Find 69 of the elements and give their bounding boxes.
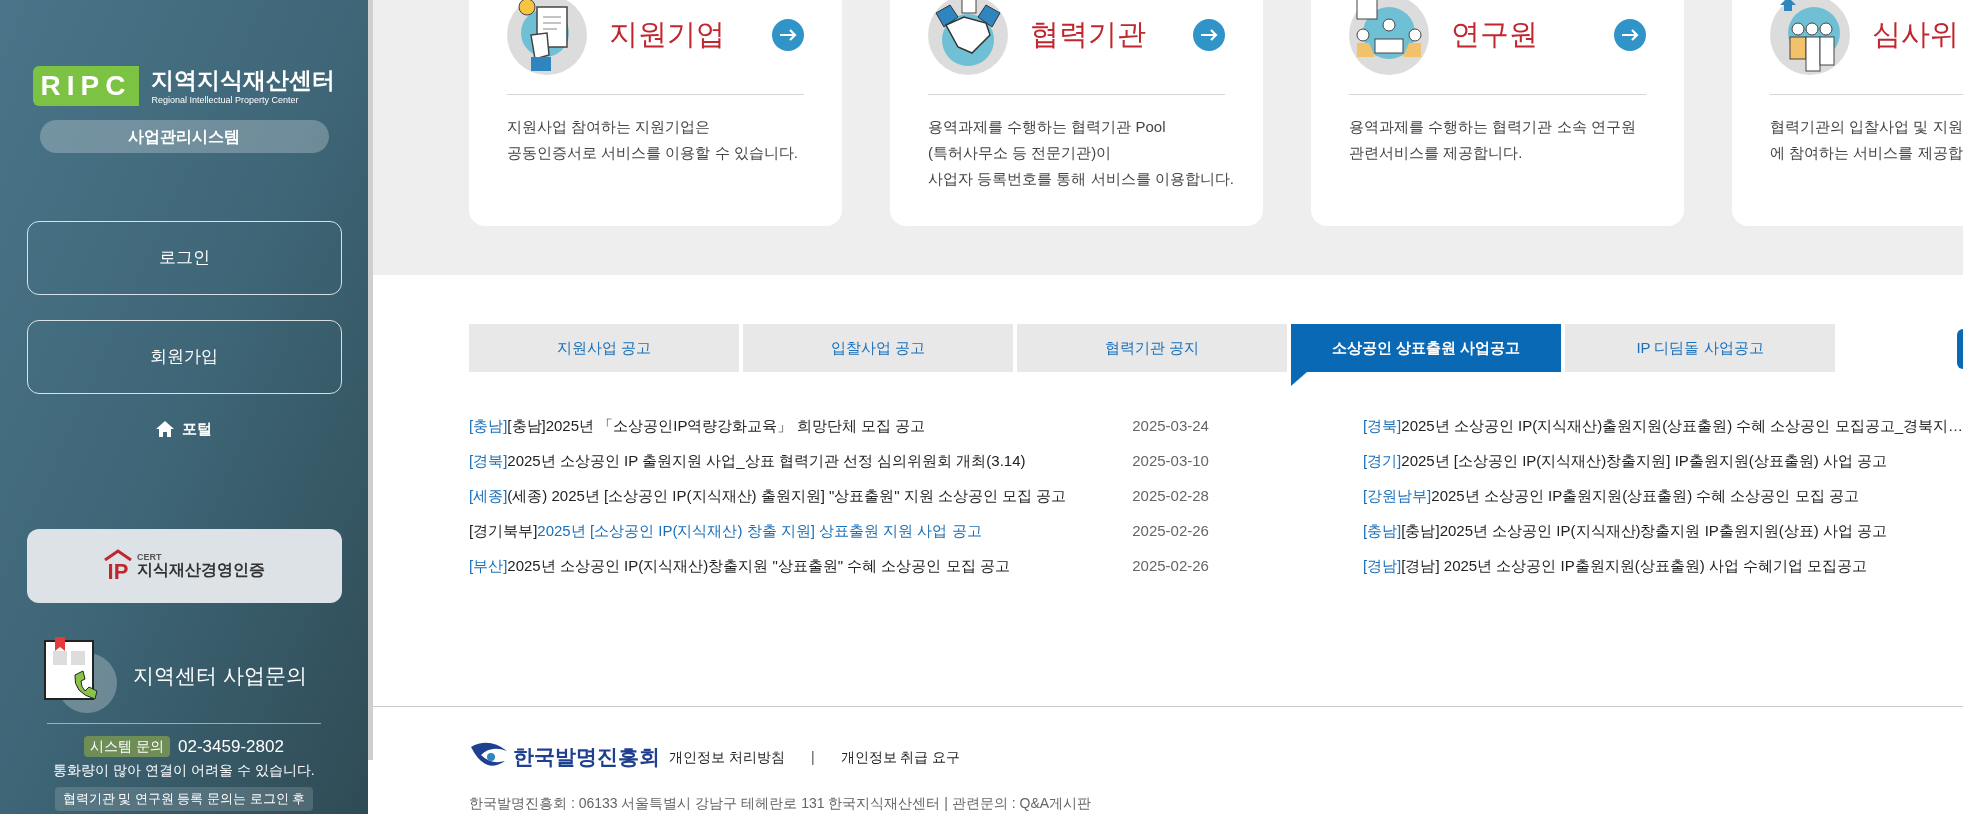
notice-link[interactable]: [경기북부]2025년 [소상공인 IP(지식재산) 창출 지원] 상표출원 지원 사업 공고 bbox=[469, 520, 1133, 543]
notice-link[interactable]: [경남][경남] 2025년 소상공인 IP출원지원(상표출원) 사업 수혜기업 모집공고 bbox=[1362, 555, 1963, 578]
sidebar-button[interactable]: 로그인 bbox=[26, 221, 342, 295]
handshake-icon bbox=[928, 0, 1008, 75]
link-separator: | bbox=[810, 747, 815, 767]
cert-label: 지식재산경영인증 bbox=[137, 562, 265, 578]
notice-date: 2025-03-10 bbox=[1132, 451, 1209, 472]
notice-date: 2025-02-26 bbox=[1132, 521, 1209, 542]
notice-link[interactable]: [부산]2025년 소상공인 IP(지식재산)창출지원 "상표출원" 수혜 소상공인 모집 공고 bbox=[469, 555, 1133, 578]
phone-number: 02-3459-2802 bbox=[178, 735, 284, 758]
system-inquiry-badge: 시스템 문의 bbox=[84, 735, 170, 757]
service-card[interactable]: 협력기관 용역과제를 수행하는 협력기관 Pool (특허사무소 등 전문기관)이 사업자 등록번호를 통해 서비스를 이용합니다. bbox=[890, 0, 1263, 226]
document-hand-icon bbox=[507, 0, 587, 75]
logo-mark: RIPC bbox=[32, 66, 140, 106]
notice-date: 2025-02-26 bbox=[1132, 556, 1209, 577]
card-description: 협력기관의 입찰사업 및 지원 bbox=[1770, 117, 1963, 137]
footer-link[interactable]: 개인정보 처리방침 bbox=[669, 746, 785, 768]
notice-date: 2025-03-24 bbox=[1132, 416, 1209, 437]
system-name-pill: 사업관리시스템 bbox=[39, 120, 329, 153]
card-title: 심사위 bbox=[1872, 17, 1960, 53]
notice-tab[interactable]: 지원사업 공고 bbox=[469, 324, 739, 372]
logo-subtitle: Regional Intellectual Property Center bbox=[151, 94, 300, 106]
portal-link[interactable]: 포털 bbox=[156, 418, 212, 441]
home-icon bbox=[156, 421, 174, 438]
card-description: 사업자 등록번호를 통해 서비스를 이용합니다. bbox=[928, 169, 1235, 189]
notice-link[interactable]: [세종](세종) 2025년 [소상공인 IP(지식재산) 출원지원] "상표출원" 지원 소상공인 모집 공고 bbox=[469, 485, 1133, 508]
card-title: 협력기관 bbox=[1030, 17, 1147, 53]
meeting-icon bbox=[1349, 0, 1429, 75]
footer-link[interactable]: 개인정보 취급 요구 bbox=[840, 746, 961, 768]
call-note: 통화량이 많아 연결이 어려울 수 있습니다. bbox=[53, 761, 315, 780]
service-card[interactable]: 심사위 협력기관의 입찰사업 및 지원 에 참여하는 서비스를 제공합 bbox=[1732, 0, 1963, 226]
card-description: 용역과제를 수행하는 협력기관 소속 연구원 bbox=[1349, 117, 1637, 137]
card-description: 용역과제를 수행하는 협력기관 Pool bbox=[928, 117, 1167, 137]
card-description: 에 참여하는 서비스를 제공합 bbox=[1770, 143, 1963, 163]
logo-title: 지역지식재산센터 bbox=[151, 66, 336, 94]
card-description: 공동인증서로 서비스를 이용할 수 있습니다. bbox=[507, 143, 799, 163]
notice-date: 2025-02-28 bbox=[1132, 486, 1209, 507]
card-description: 지원사업 참여하는 지원기업은 bbox=[507, 117, 712, 137]
sidebar-button[interactable]: 회원가입 bbox=[26, 320, 342, 394]
notice-link[interactable]: [경북]2025년 소상공인 IP(지식재산)출원지원(상표출원) 수혜 소상공인 모집공고_경북지… bbox=[1362, 415, 1963, 438]
card-description: (특허사무소 등 전문기관)이 bbox=[928, 143, 1113, 163]
notice-tab[interactable]: 협력기관 공지 bbox=[1017, 324, 1287, 372]
service-card[interactable]: 연구원 용역과제를 수행하는 협력기관 소속 연구원 관련서비스를 제공합니다. bbox=[1311, 0, 1684, 226]
notice-link[interactable]: [경북]2025년 소상공인 IP 출원지원 사업_상표 협력기관 선정 심의위원회 개최(3.14) bbox=[469, 450, 1133, 473]
arrow-right-icon[interactable] bbox=[1614, 19, 1646, 51]
tab-pointer bbox=[1291, 372, 1307, 386]
round-button[interactable] bbox=[1957, 329, 1963, 369]
notice-link[interactable]: [충남][충남]2025년 소상공인 IP(지식재산)창출지원 IP출원지원(상표) 사업 공고 bbox=[1362, 520, 1963, 543]
notice-tab[interactable]: IP 디딤돌 사업공고 bbox=[1565, 324, 1835, 372]
arrow-right-icon[interactable] bbox=[1193, 19, 1225, 51]
notice-link[interactable]: [경기]2025년 [소상공인 IP(지식재산)창출지원] IP출원지원(상표출원) 사업 공고 bbox=[1362, 450, 1963, 473]
notice-tab[interactable]: 소상공인 상표출원 사업공고 bbox=[1291, 324, 1561, 372]
notice-link[interactable]: [강원남부]2025년 소상공인 IP출원지원(상표출원) 수혜 소상공인 모집 공고 bbox=[1362, 485, 1963, 508]
notice-tab[interactable]: 입찰사업 공고 bbox=[743, 324, 1013, 372]
card-title: 지원기업 bbox=[609, 17, 726, 53]
service-card[interactable]: 지원기업 지원사업 참여하는 지원기업은 공동인증서로 서비스를 이용할 수 있습니다. bbox=[469, 0, 842, 226]
registration-notice: 협력기관 및 연구원 등록 문의는 로그인 후 bbox=[54, 787, 314, 811]
card-title: 연구원 bbox=[1451, 17, 1539, 53]
people-icon bbox=[1770, 0, 1850, 75]
inquiry-title: 지역센터 사업문의 bbox=[133, 662, 307, 689]
footer-logo-text: 한국발명진흥회 bbox=[513, 744, 660, 771]
footer-address: 한국발명진흥회 : 06133 서울특별시 강남구 테헤란로 131 한국지식재산센터 | 관련문의 : Q&A게시판 bbox=[469, 794, 1093, 813]
cert-small-label: CERT bbox=[137, 553, 162, 562]
card-description: 관련서비스를 제공합니다. bbox=[1349, 143, 1524, 163]
roof-icon bbox=[103, 548, 133, 561]
cert-banner[interactable]: IP CERT 지식재산경영인증 bbox=[26, 528, 342, 603]
cert-mark: IP bbox=[107, 560, 129, 583]
arrow-right-icon[interactable] bbox=[772, 19, 804, 51]
notice-link[interactable]: [충남][충남]2025년 「소상공인IP역량강화교육」 희망단체 모집 공고 bbox=[469, 415, 1133, 438]
